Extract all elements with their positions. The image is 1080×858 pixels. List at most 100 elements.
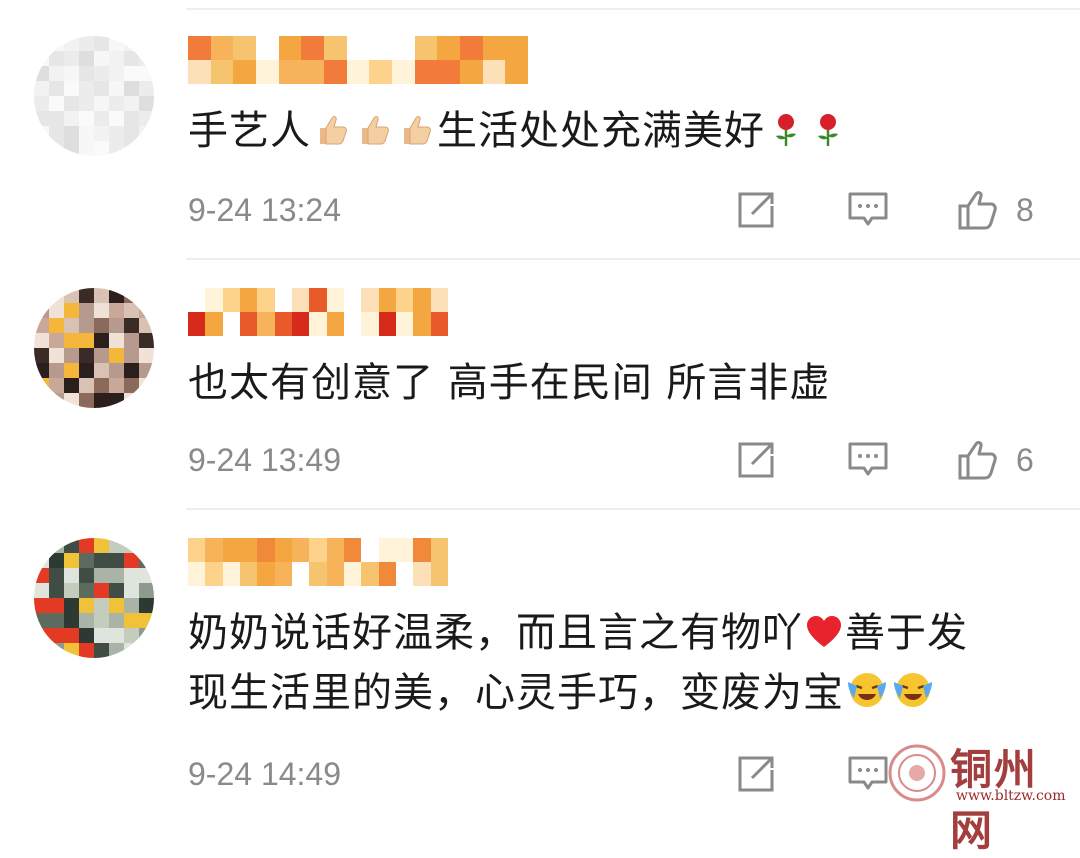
mosaic-pixel	[222, 562, 240, 586]
mosaic-pixel	[188, 538, 206, 562]
mosaic-pixel	[309, 562, 327, 586]
mosaic-pixel	[34, 51, 49, 66]
mosaic-pixel	[79, 288, 94, 303]
mosaic-pixel	[109, 643, 124, 658]
mosaic-pixel	[34, 393, 49, 408]
mosaic-pixel	[109, 333, 124, 348]
mosaic-pixel	[274, 562, 292, 586]
mosaic-pixel	[361, 312, 379, 336]
repost-icon	[738, 192, 774, 228]
divider	[186, 508, 1080, 510]
mosaic-pixel	[94, 643, 109, 658]
divider	[186, 8, 1080, 10]
mosaic-pixel	[49, 568, 64, 583]
mosaic-pixel	[274, 312, 292, 336]
mosaic-pixel	[109, 613, 124, 628]
avatar[interactable]	[34, 36, 154, 156]
mosaic-pixel	[49, 613, 64, 628]
mosaic-pixel	[413, 562, 431, 586]
mosaic-pixel	[79, 51, 94, 66]
mosaic-pixel	[124, 598, 139, 613]
mosaic-pixel	[94, 348, 109, 363]
mosaic-pixel	[378, 288, 396, 312]
mosaic-pixel	[34, 628, 49, 643]
mosaic-pixel	[139, 36, 154, 51]
comment-icon	[848, 442, 888, 476]
mosaic-pixel	[292, 288, 310, 312]
mosaic-pixel	[124, 303, 139, 318]
mosaic-pixel	[139, 538, 154, 553]
mosaic-pixel	[124, 111, 139, 126]
avatar[interactable]	[34, 538, 154, 658]
mosaic-pixel	[240, 538, 258, 562]
comment-icon	[848, 192, 888, 226]
repost-button[interactable]	[732, 188, 780, 232]
mosaic-pixel	[79, 318, 94, 333]
mosaic-pixel	[49, 141, 64, 156]
repost-button[interactable]	[732, 438, 780, 482]
mosaic-pixel	[124, 126, 139, 141]
mosaic-pixel	[64, 333, 79, 348]
like-button[interactable]	[954, 438, 1002, 482]
mosaic-pixel	[64, 318, 79, 333]
mosaic-pixel	[34, 96, 49, 111]
mosaic-pixel	[79, 81, 94, 96]
mosaic-pixel	[79, 141, 94, 156]
mosaic-pixel	[109, 583, 124, 598]
mosaic-pixel	[139, 288, 154, 303]
mosaic-pixel	[94, 96, 109, 111]
mosaic-pixel	[49, 126, 64, 141]
mosaic-pixel	[240, 562, 258, 586]
mosaic-pixel	[292, 538, 310, 562]
mosaic-pixel	[94, 318, 109, 333]
mosaic-pixel	[437, 60, 460, 84]
watermark-url: www.bltzw.com	[956, 788, 1066, 804]
like-button[interactable]	[954, 188, 1002, 232]
mosaic-pixel	[124, 378, 139, 393]
mosaic-pixel	[396, 562, 414, 586]
mosaic-pixel	[34, 583, 49, 598]
comment-text: 手艺人 生活处处充满美好	[188, 104, 1058, 164]
mosaic-pixel	[64, 66, 79, 81]
mosaic-pixel	[34, 348, 49, 363]
comment-button[interactable]	[844, 438, 892, 482]
mosaic-pixel	[188, 562, 206, 586]
username-blurred[interactable]	[188, 538, 448, 586]
comment-time: 9-24 14:49	[188, 756, 342, 792]
mosaic-pixel	[459, 60, 483, 84]
mosaic-pixel	[49, 643, 64, 658]
mosaic-pixel	[396, 288, 414, 312]
mosaic-pixel	[391, 60, 415, 84]
mosaic-pixel	[482, 60, 506, 84]
like-count: 8	[1016, 192, 1034, 228]
mosaic-pixel	[49, 348, 64, 363]
mosaic-pixel	[210, 36, 234, 60]
mosaic-pixel	[34, 613, 49, 628]
mosaic-pixel	[139, 111, 154, 126]
mosaic-pixel	[109, 393, 124, 408]
mosaic-pixel	[34, 141, 49, 156]
mosaic-pixel	[369, 60, 392, 84]
username-blurred[interactable]	[188, 288, 448, 336]
mosaic-pixel	[326, 562, 344, 586]
mosaic-pixel	[49, 393, 64, 408]
mosaic-pixel	[505, 60, 528, 84]
username-blurred[interactable]	[188, 36, 528, 84]
mosaic-pixel	[139, 363, 154, 378]
mosaic-pixel	[430, 538, 448, 562]
mosaic-pixel	[124, 613, 139, 628]
mosaic-pixel	[124, 333, 139, 348]
mosaic-pixel	[79, 303, 94, 318]
mosaic-pixel	[292, 562, 310, 586]
mosaic-pixel	[292, 312, 310, 336]
repost-button[interactable]	[732, 752, 780, 796]
avatar[interactable]	[34, 288, 154, 408]
mosaic-pixel	[378, 538, 396, 562]
mosaic-pixel	[79, 111, 94, 126]
mosaic-pixel	[278, 60, 302, 84]
mosaic-pixel	[49, 303, 64, 318]
mosaic-pixel	[413, 538, 431, 562]
mosaic-pixel	[94, 613, 109, 628]
comment-button[interactable]	[844, 188, 892, 232]
mosaic-pixel	[109, 553, 124, 568]
